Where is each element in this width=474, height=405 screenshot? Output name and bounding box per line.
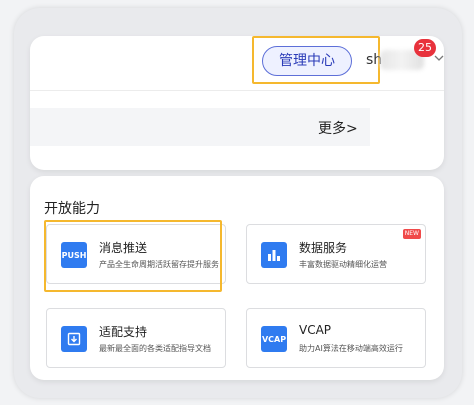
push-icon-label: PUSH (61, 250, 87, 260)
admin-center-button[interactable]: 管理中心 (262, 46, 352, 76)
section-title: 开放能力 (44, 201, 100, 217)
top-card: 管理中心 sh 25 更多> (30, 36, 444, 170)
tile-desc: 助力AI算法在移动端高效运行 (299, 344, 403, 353)
push-icon: PUSH (61, 242, 87, 268)
tile-title: 消息推送 (99, 241, 148, 255)
new-badge: NEW (402, 229, 421, 239)
banner: 更多> (30, 108, 370, 146)
tile-vcap[interactable]: VCAP VCAP 助力AI算法在移动端高效运行 (246, 308, 426, 368)
tile-title: 数据服务 (299, 241, 348, 255)
notification-badge[interactable]: 25 (414, 39, 436, 57)
tile-adaptation[interactable]: 适配支持 最新最全面的各类适配指导文档 (46, 308, 226, 368)
tile-push[interactable]: PUSH 消息推送 产品全生命周期活跃留存提升服务 (46, 224, 226, 284)
tile-desc: 产品全生命周期活跃留存提升服务 (99, 260, 219, 269)
tile-title: 适配支持 (99, 325, 148, 339)
more-link[interactable]: 更多> (318, 118, 358, 138)
header: 管理中心 sh 25 (30, 36, 444, 90)
tile-desc: 最新最全面的各类适配指导文档 (99, 344, 211, 353)
chevron-down-icon[interactable] (434, 54, 444, 64)
tile-data-service[interactable]: NEW 数据服务 丰富数据驱动精细化运营 (246, 224, 426, 284)
download-box-icon (61, 326, 87, 352)
tile-desc: 丰富数据驱动精细化运营 (299, 260, 387, 269)
capabilities-card: 开放能力 PUSH 消息推送 产品全生命周期活跃留存提升服务 NEW 数据服务 … (30, 176, 444, 380)
vcap-icon-label: VCAP (261, 334, 287, 344)
bar-chart-icon (261, 242, 287, 268)
vcap-icon: VCAP (261, 326, 287, 352)
tile-title: VCAP (299, 323, 332, 337)
header-divider (30, 90, 444, 91)
